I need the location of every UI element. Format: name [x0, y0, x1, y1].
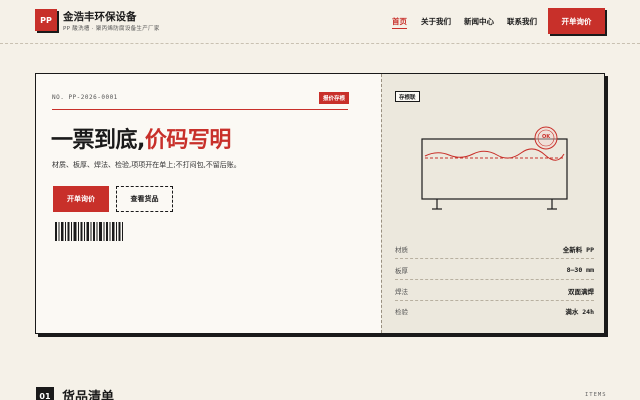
section-title: 货品清单 [62, 390, 115, 400]
spec-label: 检验 [395, 308, 408, 316]
site-header: PP 金浩丰环保设备 PP 酸洗槽 · 聚丙烯防腐设备生产厂家 首页 关于我们 … [0, 0, 640, 44]
stub-tag: 存根联 [395, 91, 420, 102]
spec-label: 板厚 [395, 266, 408, 275]
hero-description: 材质、板厚、焊法、检验,项项开在单上;不打闷包,不留后账。 [52, 161, 241, 169]
view-products-button[interactable]: 查看货品 [116, 186, 173, 212]
spec-label: 材质 [395, 245, 408, 254]
spec-row-welding: 焊法 双面满焊 [395, 281, 594, 301]
section-label-en: ITEMS [585, 392, 607, 398]
hero-headline: 一票到底,价码写明 [51, 122, 231, 154]
ticket-number: NO. PP-2026-0001 [52, 94, 118, 101]
brand-name: 金浩丰环保设备 [63, 11, 137, 23]
headline-black: 一票到底, [51, 128, 145, 153]
ticket-stub: 存根联 OK 材质 全新料 PP 板厚 8–30 mm 焊法 双面满焊 检验 满 [381, 74, 604, 333]
spec-row-inspection: 检验 满水 24h [395, 301, 594, 321]
spec-row-material: 材质 全新料 PP [395, 239, 594, 259]
tank-illustration-icon [421, 126, 568, 210]
barcode-icon [55, 222, 123, 241]
spec-row-thickness: 板厚 8–30 mm [395, 260, 594, 280]
stamp-text: OK [542, 134, 551, 140]
quote-ticket: NO. PP-2026-0001 报价存根 一票到底,价码写明 材质、板厚、焊法… [35, 73, 605, 334]
nav-about[interactable]: 关于我们 [421, 16, 451, 27]
logo[interactable]: PP [35, 9, 57, 31]
headline-red: 价码写明 [144, 128, 232, 153]
section-number: 01 [36, 387, 54, 400]
spec-value: 满水 24h [565, 308, 594, 316]
spec-label: 焊法 [395, 287, 408, 296]
quote-badge: 报价存根 [319, 92, 350, 104]
spec-value: 8–30 mm [566, 265, 594, 274]
quote-button[interactable]: 开单询价 [53, 186, 109, 212]
divider [52, 109, 348, 110]
nav-contact[interactable]: 联系我们 [507, 16, 537, 27]
header-quote-button[interactable]: 开单询价 [548, 8, 605, 34]
spec-value: 双面满焊 [568, 287, 594, 296]
brand-tagline: PP 酸洗槽 · 聚丙烯防腐设备生产厂家 [63, 26, 160, 32]
nav-news[interactable]: 新闻中心 [464, 16, 494, 27]
nav-home[interactable]: 首页 [392, 16, 407, 29]
spec-value: 全新料 PP [562, 245, 594, 254]
